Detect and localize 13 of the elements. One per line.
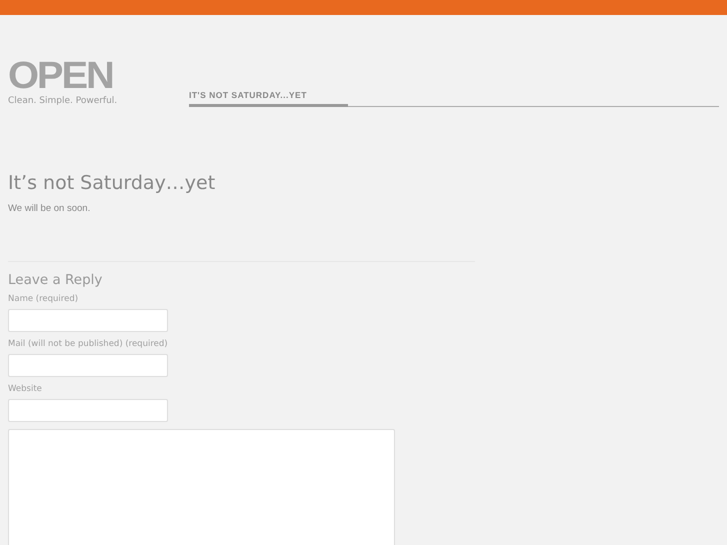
post-text: We will be on soon. [8, 203, 92, 214]
logo[interactable]: OPEN [8, 60, 113, 92]
field-label: Name (required) [8, 293, 80, 305]
input-field[interactable] [8, 399, 168, 422]
comment-field[interactable] [8, 429, 395, 545]
post-title: It’s not Saturday…yet [8, 171, 216, 195]
input-field[interactable] [8, 309, 168, 332]
reply-heading: Leave a Reply [8, 271, 104, 289]
nav-tab[interactable]: IT'S NOT SATURDAY...YET [189, 90, 348, 107]
tagline: Clean. Simple. Powerful. [8, 95, 118, 107]
input-field[interactable] [8, 354, 168, 377]
field-label: Website [8, 383, 43, 395]
field-label: Mail (will not be published) (required) [8, 338, 169, 350]
